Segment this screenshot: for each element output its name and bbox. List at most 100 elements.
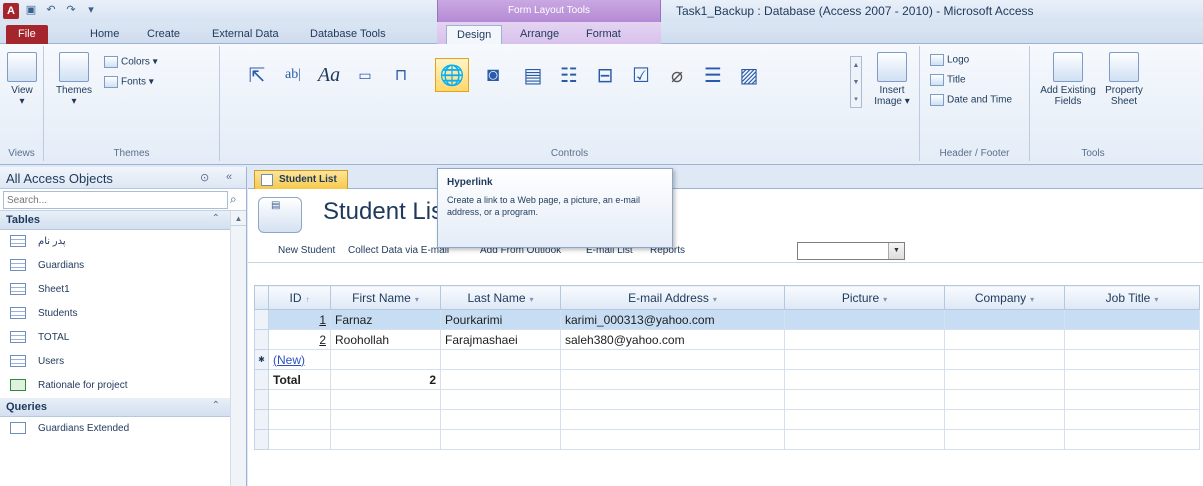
tab-external-data[interactable]: External Data	[202, 25, 289, 44]
cell-picture[interactable]	[784, 349, 945, 370]
controls-gallery-scroll[interactable]: ▲ ▼ ▾	[850, 56, 862, 108]
tab-design[interactable]: Design	[446, 25, 503, 44]
column-header-email[interactable]: E-mail Address ▾	[560, 285, 785, 310]
filter-arrow-icon[interactable]: ▾	[713, 295, 717, 304]
nav-menu-chevron-icon[interactable]: ⊙	[200, 171, 209, 184]
dropdown-arrow-icon[interactable]: ▼	[888, 243, 904, 259]
column-header-id[interactable]: ID ↑	[268, 285, 331, 310]
button-control-icon[interactable]: ▭	[348, 58, 382, 92]
nav-item-students[interactable]: Students	[0, 302, 246, 326]
select-all-corner[interactable]	[254, 285, 269, 310]
filter-arrow-icon[interactable]: ▾	[415, 295, 419, 304]
cell-company[interactable]	[944, 329, 1065, 350]
fonts-button[interactable]: Fonts ▾	[104, 76, 154, 88]
row-selector[interactable]	[254, 329, 269, 350]
total-cell[interactable]	[440, 369, 561, 390]
cell-email[interactable]: karimi_000313@yahoo.com	[560, 309, 785, 330]
view-button[interactable]: View ▾	[5, 52, 39, 107]
nav-item-total[interactable]: TOTAL	[0, 326, 246, 350]
column-header-picture[interactable]: Picture ▾	[784, 285, 945, 310]
nav-item-sheet1[interactable]: Sheet1	[0, 278, 246, 302]
collapse-chevron-icon[interactable]: ⌃	[212, 213, 220, 224]
nav-item-rationale[interactable]: Rationale for project	[0, 374, 246, 398]
cell-company[interactable]	[944, 349, 1065, 370]
colors-button[interactable]: Colors ▾	[104, 56, 158, 68]
tab-database-tools[interactable]: Database Tools	[300, 25, 396, 44]
totals-row[interactable]: Total 2	[254, 369, 1200, 390]
new-record-row[interactable]: ✱ (New)	[254, 349, 1200, 370]
option-group-icon[interactable]: ☷	[552, 58, 586, 92]
reports-combo[interactable]: ▼	[797, 242, 905, 260]
cell-email[interactable]: saleh380@yahoo.com	[560, 329, 785, 350]
label-control-icon[interactable]: Aa	[312, 58, 346, 92]
cell-job-title[interactable]	[1064, 309, 1200, 330]
cell-first-name[interactable]: Farnaz	[330, 309, 441, 330]
nav-scrollbar[interactable]: ▲	[230, 211, 246, 486]
insert-page-break-icon[interactable]: ⊟	[588, 58, 622, 92]
logo-button[interactable]: Logo	[930, 54, 969, 66]
nav-section-queries[interactable]: Queries ⌃	[0, 398, 246, 417]
column-header-last-name[interactable]: Last Name ▾	[440, 285, 561, 310]
form-logo[interactable]: ▤	[258, 197, 302, 233]
cell-email[interactable]	[560, 349, 785, 370]
image-control-icon[interactable]: ▨	[732, 58, 766, 92]
cell-id[interactable]: 1	[268, 309, 331, 330]
tab-format[interactable]: Format	[576, 25, 631, 44]
cell-last-name[interactable]: Pourkarimi	[440, 309, 561, 330]
date-time-button[interactable]: Date and Time	[930, 94, 1012, 106]
select-pointer-icon[interactable]: ⇱	[240, 58, 274, 92]
row-selector[interactable]	[254, 309, 269, 330]
add-existing-fields-button[interactable]: Add Existing Fields	[1040, 52, 1096, 107]
hyperlink-icon[interactable]: 🌐	[435, 58, 469, 92]
shutter-bar-close-icon[interactable]: «	[226, 171, 232, 183]
title-button[interactable]: Title	[930, 74, 966, 86]
save-icon[interactable]: ▣	[24, 3, 38, 17]
filter-arrow-icon[interactable]: ▾	[1030, 295, 1034, 304]
list-box-icon[interactable]: ☰	[696, 58, 730, 92]
cell-id[interactable]: 2	[268, 329, 331, 350]
total-cell[interactable]	[784, 369, 945, 390]
column-header-company[interactable]: Company ▾	[944, 285, 1065, 310]
filter-arrow-icon[interactable]: ▾	[1154, 295, 1158, 304]
sort-arrow-icon[interactable]: ↑	[306, 295, 310, 304]
total-cell[interactable]	[944, 369, 1065, 390]
column-header-first-name[interactable]: First Name ▾	[330, 285, 441, 310]
cell-last-name[interactable]	[440, 349, 561, 370]
cell-job-title[interactable]	[1064, 349, 1200, 370]
attachment-icon[interactable]: ⌀	[660, 58, 694, 92]
cell-first-name[interactable]: Roohollah	[330, 329, 441, 350]
total-cell[interactable]	[560, 369, 785, 390]
cell-company[interactable]	[944, 309, 1065, 330]
web-browser-control-icon[interactable]: ◙	[476, 58, 510, 92]
undo-icon[interactable]: ↶	[44, 3, 58, 17]
table-row[interactable]: 2 Roohollah Farajmashaei saleh380@yahoo.…	[254, 329, 1200, 350]
nav-section-tables[interactable]: Tables ⌃	[0, 211, 246, 230]
themes-button[interactable]: Themes ▾	[52, 52, 96, 107]
nav-item-guardians[interactable]: Guardians	[0, 254, 246, 278]
nav-item-guardians-extended[interactable]: Guardians Extended	[0, 417, 246, 441]
tab-create[interactable]: Create	[137, 25, 190, 44]
nav-search-input[interactable]	[3, 191, 228, 209]
collect-data-link[interactable]: Collect Data via E-mail	[348, 245, 449, 256]
customize-qat-icon[interactable]: ▾	[84, 3, 98, 17]
insert-image-button[interactable]: Insert Image ▾	[870, 52, 914, 107]
cell-picture[interactable]	[784, 329, 945, 350]
nav-pane-header[interactable]: All Access Objects ⊙ «	[0, 167, 246, 189]
property-sheet-button[interactable]: Property Sheet	[1102, 52, 1146, 107]
table-row[interactable]: 1 Farnaz Pourkarimi karimi_000313@yahoo.…	[254, 309, 1200, 330]
check-box-icon[interactable]: ☑	[624, 58, 658, 92]
filter-arrow-icon[interactable]: ▾	[530, 295, 534, 304]
redo-icon[interactable]: ↷	[64, 3, 78, 17]
tab-arrange[interactable]: Arrange	[510, 25, 569, 44]
new-student-link[interactable]: New Student	[278, 245, 335, 256]
tab-student-list[interactable]: Student List	[254, 170, 348, 189]
cell-first-name[interactable]	[330, 349, 441, 370]
filter-arrow-icon[interactable]: ▾	[883, 295, 887, 304]
column-header-job-title[interactable]: Job Title ▾	[1064, 285, 1200, 310]
cell-last-name[interactable]: Farajmashaei	[440, 329, 561, 350]
new-record-label[interactable]: (New)	[268, 349, 331, 370]
cell-picture[interactable]	[784, 309, 945, 330]
total-count[interactable]: 2	[330, 369, 441, 390]
access-app-icon[interactable]: A	[3, 3, 19, 19]
navigation-control-icon[interactable]: ▤	[516, 58, 550, 92]
